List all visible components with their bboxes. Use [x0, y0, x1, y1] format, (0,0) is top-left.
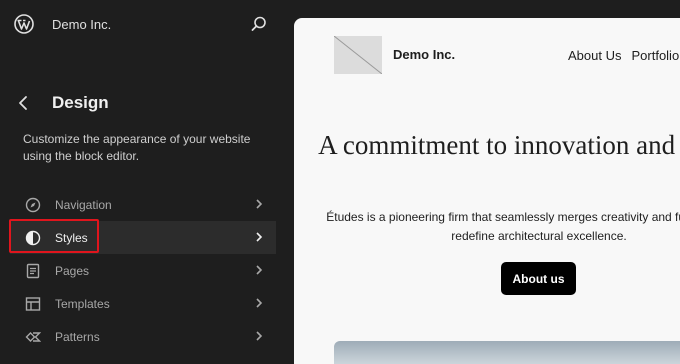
preview-site-title[interactable]: Demo Inc. [393, 47, 455, 62]
nav-item-patterns[interactable]: Patterns [10, 320, 276, 353]
about-us-button[interactable]: About us [501, 262, 576, 295]
chevron-right-icon [254, 231, 264, 243]
design-title: Design [52, 93, 109, 112]
hero-title: A commitment to innovation and sustainab… [318, 130, 680, 160]
layout-icon [25, 296, 41, 312]
hero-text: Études is a pioneering firm that seamles… [326, 210, 680, 243]
chevron-right-icon [254, 330, 264, 342]
chevron-right-icon [254, 297, 264, 309]
back-arrow-icon[interactable] [16, 94, 32, 112]
page-icon [25, 263, 41, 279]
preview-nav-link[interactable]: About Us [568, 48, 621, 63]
site-preview[interactable]: Demo Inc. About Us Portfolio A commitment… [294, 18, 680, 364]
sidebar-header: Demo Inc. [0, 0, 294, 50]
nav-item-label: Navigation [55, 197, 112, 212]
nav-item-label: Templates [55, 296, 110, 311]
nav-item-templates[interactable]: Templates [10, 287, 276, 320]
hero-image [334, 341, 680, 364]
chevron-right-icon [254, 198, 264, 210]
design-description: Customize the appearance of your website… [23, 132, 251, 163]
styles-highlight-box [9, 219, 99, 253]
design-sidebar: Demo Inc. Design Customize the appearanc… [0, 0, 294, 364]
wordpress-logo-icon[interactable] [14, 14, 34, 34]
nav-item-label: Patterns [55, 329, 100, 344]
search-icon[interactable] [250, 15, 268, 33]
nav-item-navigation[interactable]: Navigation [10, 188, 276, 221]
compass-icon [25, 197, 41, 213]
chevron-right-icon [254, 264, 264, 276]
site-name[interactable]: Demo Inc. [52, 17, 111, 32]
nav-item-pages[interactable]: Pages [10, 254, 276, 287]
design-nav-list: Navigation Styles Pages Templates Patter… [10, 188, 276, 353]
nav-item-label: Pages [55, 263, 90, 278]
diamond-icon [25, 329, 41, 345]
preview-nav-link[interactable]: Portfolio [631, 48, 679, 63]
site-logo-placeholder [334, 36, 382, 74]
preview-nav: About Us Portfolio [568, 48, 680, 63]
